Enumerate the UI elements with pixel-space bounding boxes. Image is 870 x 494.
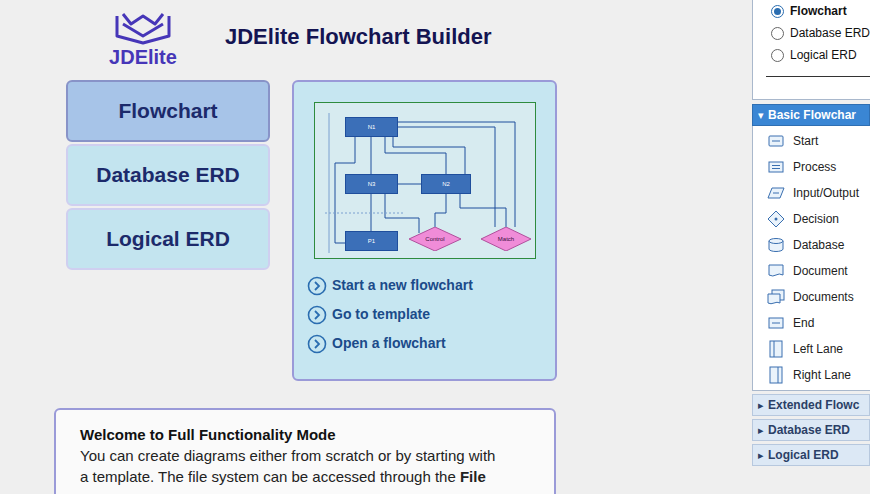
- shape-item[interactable]: Process: [753, 154, 870, 180]
- flowchart-card: N1 N3 N2 P1 Control Match Start a new flowchar…: [292, 80, 557, 381]
- shape-item[interactable]: Decision: [753, 206, 870, 232]
- separator: [766, 76, 870, 77]
- header: JDElite JDElite Flowchart Builder: [0, 0, 752, 68]
- mode-button[interactable]: Database ERD: [66, 144, 270, 206]
- start-shape-icon: [767, 132, 785, 150]
- diagram-process-node: N3: [345, 174, 398, 194]
- diagram-process-node: P1: [345, 231, 398, 251]
- diagram-type-radio[interactable]: Flowchart: [771, 0, 870, 22]
- diagram-type-group: FlowchartDatabase ERDLogical ERD: [752, 0, 870, 100]
- shape-item[interactable]: Documents: [753, 284, 870, 310]
- app-window: JDElite JDElite Flowchart Builder Flowchar…: [0, 0, 870, 494]
- mode-button[interactable]: Flowchart: [66, 80, 270, 142]
- welcome-text-line: You can create diagrams either from scra…: [80, 445, 530, 466]
- diagram-decision-node: Control: [409, 227, 461, 251]
- welcome-title: Welcome to Full Functionality Mode: [80, 424, 530, 445]
- card-link[interactable]: Start a new flowchart: [307, 275, 555, 296]
- shape-item[interactable]: Start: [753, 128, 870, 154]
- welcome-card: Welcome to Full Functionality ModeYou ca…: [54, 408, 556, 494]
- mode-list: FlowchartDatabase ERDLogical ERD: [66, 80, 270, 381]
- shape-item[interactable]: End: [753, 310, 870, 336]
- palette-section: ▸Extended Flowc: [752, 394, 870, 416]
- diagram-process-node: N2: [421, 174, 471, 194]
- diagram-decision-node: Match: [481, 227, 531, 251]
- section-items: StartProcessInput/OutputDecisionDatabase…: [752, 126, 870, 391]
- page-title: JDElite Flowchart Builder: [225, 23, 492, 51]
- logo-text: JDElite: [109, 46, 177, 68]
- palette-sections: ▾Basic FlowcharStartProcessInput/OutputD…: [752, 104, 870, 466]
- main-area: JDElite JDElite Flowchart Builder Flowchar…: [0, 0, 752, 494]
- chevron-circle-icon: [307, 305, 327, 325]
- document-shape-icon: [767, 262, 785, 280]
- palette-section: ▸Database ERD: [752, 419, 870, 441]
- palette-section: ▸Logical ERD: [752, 444, 870, 466]
- card-links: Start a new flowchart Go to template Open …: [307, 275, 555, 354]
- diagram-type-radio[interactable]: Database ERD: [771, 22, 870, 44]
- decision-shape-icon: [767, 210, 785, 228]
- welcome-text-line: a template. The file system can be acces…: [80, 466, 530, 487]
- section-header[interactable]: ▸Extended Flowc: [752, 394, 870, 416]
- shape-item[interactable]: Left Lane: [753, 336, 870, 362]
- palette-section: ▾Basic FlowcharStartProcessInput/OutputD…: [752, 104, 870, 391]
- shape-item[interactable]: Right Lane: [753, 362, 870, 388]
- io-shape-icon: [767, 184, 785, 202]
- diagram-type-radio[interactable]: Logical ERD: [771, 44, 870, 66]
- template-preview[interactable]: N1 N3 N2 P1 Control Match: [314, 102, 536, 259]
- end-shape-icon: [767, 314, 785, 332]
- mode-button[interactable]: Logical ERD: [66, 208, 270, 270]
- rightlane-shape-icon: [767, 366, 785, 384]
- chevron-circle-icon: [307, 334, 327, 354]
- leftlane-shape-icon: [767, 340, 785, 358]
- card-link[interactable]: Open a flowchart: [307, 333, 555, 354]
- chevron-circle-icon: [307, 276, 327, 296]
- shape-palette: FlowchartDatabase ERDLogical ERD▾Basic F…: [752, 0, 870, 494]
- card-link[interactable]: Go to template: [307, 304, 555, 325]
- content-row: FlowchartDatabase ERDLogical ERD N1 N3 N2 P1…: [0, 80, 752, 381]
- process-shape-icon: [767, 158, 785, 176]
- diagram-process-node: N1: [345, 117, 398, 137]
- logo-icon: [113, 10, 173, 46]
- database-shape-icon: [767, 236, 785, 254]
- logo: JDElite: [108, 10, 178, 68]
- shape-item[interactable]: Input/Output: [753, 180, 870, 206]
- shape-item[interactable]: Document: [753, 258, 870, 284]
- documents-shape-icon: [767, 288, 785, 306]
- section-header[interactable]: ▸Database ERD: [752, 419, 870, 441]
- shape-item[interactable]: Database: [753, 232, 870, 258]
- section-header[interactable]: ▸Logical ERD: [752, 444, 870, 466]
- section-header[interactable]: ▾Basic Flowchar: [752, 104, 870, 126]
